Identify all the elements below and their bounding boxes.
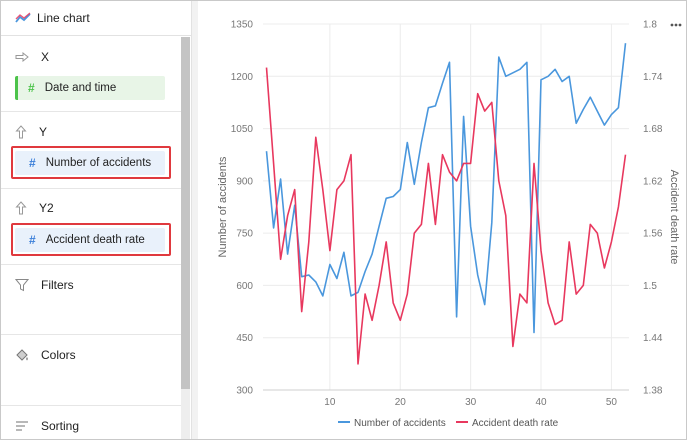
x-tick-label: 10 bbox=[324, 397, 336, 408]
y-right-tick-label: 1.44 bbox=[643, 333, 663, 344]
app-frame: Line chart X # Date and time Y # Number … bbox=[0, 0, 687, 440]
series-line-accidents bbox=[265, 43, 627, 334]
x-tick-label: 50 bbox=[606, 397, 618, 408]
y-right-tick-label: 1.68 bbox=[643, 124, 663, 135]
y-left-tick-label: 900 bbox=[236, 176, 253, 187]
y-right-tick-label: 1.56 bbox=[643, 229, 663, 240]
y-left-tick-label: 750 bbox=[236, 229, 253, 240]
y-left-tick-label: 1200 bbox=[231, 72, 254, 83]
y-left-axis-title: Number of accidents bbox=[217, 156, 229, 257]
y-right-tick-label: 1.5 bbox=[643, 281, 657, 292]
y-left-tick-label: 450 bbox=[236, 333, 253, 344]
x-tick-label: 40 bbox=[535, 397, 547, 408]
legend-label: Accident death rate bbox=[472, 418, 559, 429]
y-right-axis-title: Accident death rate bbox=[668, 170, 680, 265]
x-tick-label: 30 bbox=[465, 397, 477, 408]
y-left-tick-label: 1050 bbox=[231, 124, 254, 135]
x-tick-label: 20 bbox=[395, 397, 407, 408]
y-left-tick-label: 1350 bbox=[231, 20, 254, 31]
y-left-tick-label: 600 bbox=[236, 281, 253, 292]
y-left-tick-label: 300 bbox=[236, 386, 253, 397]
series bbox=[265, 43, 627, 365]
y-right-tick-label: 1.38 bbox=[643, 386, 663, 397]
legend: Number of accidents Accident death rate bbox=[338, 418, 559, 429]
legend-label: Number of accidents bbox=[354, 418, 446, 429]
y-right-tick-label: 1.8 bbox=[643, 20, 657, 31]
series-line-death-rate bbox=[265, 67, 627, 365]
y-right-tick-label: 1.62 bbox=[643, 176, 663, 187]
axes: 3004506007509001050120013501.381.441.51.… bbox=[217, 20, 680, 409]
grid bbox=[263, 23, 629, 391]
line-chart: 3004506007509001050120013501.381.441.51.… bbox=[217, 20, 680, 430]
more-options-icon[interactable] bbox=[670, 23, 682, 27]
y-right-tick-label: 1.74 bbox=[643, 72, 663, 83]
